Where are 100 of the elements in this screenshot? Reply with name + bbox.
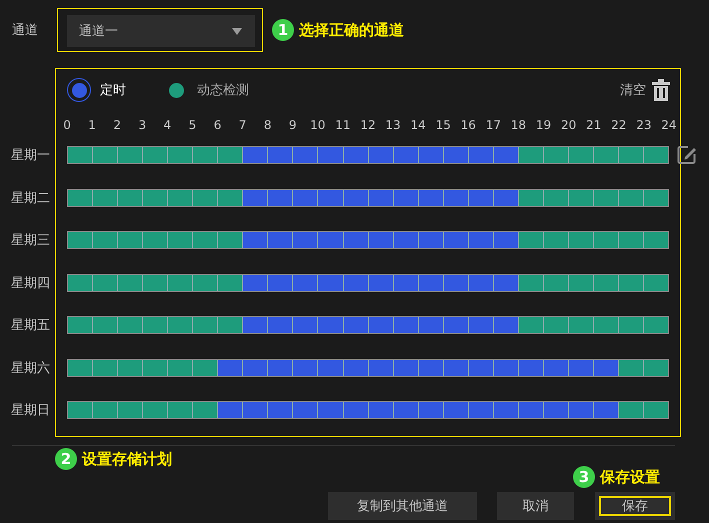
time-slot[interactable] [318,232,344,248]
time-slot[interactable] [193,317,218,333]
time-slot[interactable] [368,232,394,248]
time-slot[interactable] [518,402,544,418]
time-slot[interactable] [418,317,444,333]
time-slot[interactable] [368,317,394,333]
time-slot[interactable] [444,402,469,418]
time-slot[interactable] [544,190,569,206]
time-slot[interactable] [344,190,369,206]
time-slot[interactable] [394,232,419,248]
time-slot[interactable] [118,274,144,290]
time-slot[interactable] [68,360,94,376]
time-slot[interactable] [118,360,144,376]
time-slot[interactable] [143,274,168,290]
time-slot[interactable] [468,360,494,376]
time-slot[interactable] [168,317,194,333]
time-slot[interactable] [568,360,594,376]
time-slot[interactable] [518,360,544,376]
time-slot[interactable] [93,274,118,290]
trash-icon[interactable] [652,79,670,101]
time-slot[interactable] [494,147,519,163]
time-slot[interactable] [418,147,444,163]
time-slot[interactable] [544,147,569,163]
time-slot[interactable] [293,317,318,333]
time-slot[interactable] [293,147,318,163]
time-slot[interactable] [68,402,94,418]
time-slot[interactable] [568,147,594,163]
time-slot[interactable] [143,232,168,248]
time-slot[interactable] [118,232,144,248]
time-slot[interactable] [193,147,218,163]
time-slot[interactable] [293,190,318,206]
time-slot[interactable] [268,360,294,376]
time-slot[interactable] [243,190,268,206]
time-slot[interactable] [168,360,194,376]
time-slot[interactable] [293,274,318,290]
time-slot[interactable] [619,190,644,206]
time-slot[interactable] [318,190,344,206]
time-slot[interactable] [544,317,569,333]
time-slot[interactable] [594,190,620,206]
time-slot[interactable] [218,274,244,290]
time-slot[interactable] [418,360,444,376]
time-slot[interactable] [243,147,268,163]
time-slot[interactable] [444,147,469,163]
channel-dropdown[interactable]: 通道一 [67,15,255,47]
time-slot[interactable] [218,232,244,248]
time-slot[interactable] [444,274,469,290]
time-slot[interactable] [568,190,594,206]
time-slot[interactable] [518,274,544,290]
time-slot[interactable] [394,274,419,290]
time-slot[interactable] [293,402,318,418]
time-slot[interactable] [518,190,544,206]
time-slot[interactable] [619,402,644,418]
time-slot[interactable] [394,317,419,333]
time-slot[interactable] [394,147,419,163]
time-slot[interactable] [468,402,494,418]
time-slot[interactable] [594,274,620,290]
action-button[interactable]: 保存 [595,492,675,520]
time-slot[interactable] [494,274,519,290]
time-slot[interactable] [168,190,194,206]
time-slot[interactable] [243,317,268,333]
time-slot[interactable] [494,360,519,376]
time-slot[interactable] [318,360,344,376]
time-slot[interactable] [368,147,394,163]
time-slot[interactable] [418,232,444,248]
clear-button[interactable]: 清空 [620,81,652,99]
schedule-bar[interactable] [67,188,669,206]
mode-radio[interactable] [67,78,91,102]
time-slot[interactable] [418,274,444,290]
edit-icon[interactable] [677,145,697,165]
time-slot[interactable] [193,232,218,248]
schedule-bar[interactable] [67,358,669,376]
time-slot[interactable] [243,360,268,376]
time-slot[interactable] [518,317,544,333]
time-slot[interactable] [544,274,569,290]
time-slot[interactable] [318,402,344,418]
time-slot[interactable] [118,402,144,418]
time-slot[interactable] [444,232,469,248]
time-slot[interactable] [444,317,469,333]
time-slot[interactable] [168,402,194,418]
schedule-bar[interactable] [67,274,669,292]
time-slot[interactable] [494,317,519,333]
time-slot[interactable] [318,147,344,163]
time-slot[interactable] [68,232,94,248]
time-slot[interactable] [619,274,644,290]
time-slot[interactable] [594,147,620,163]
time-slot[interactable] [68,190,94,206]
time-slot[interactable] [619,317,644,333]
time-slot[interactable] [143,147,168,163]
time-slot[interactable] [143,190,168,206]
time-slot[interactable] [93,232,118,248]
time-slot[interactable] [544,232,569,248]
time-slot[interactable] [93,360,118,376]
time-slot[interactable] [568,402,594,418]
time-slot[interactable] [293,232,318,248]
time-slot[interactable] [168,147,194,163]
time-slot[interactable] [168,232,194,248]
time-slot[interactable] [394,402,419,418]
time-slot[interactable] [143,402,168,418]
time-slot[interactable] [268,232,294,248]
time-slot[interactable] [544,402,569,418]
